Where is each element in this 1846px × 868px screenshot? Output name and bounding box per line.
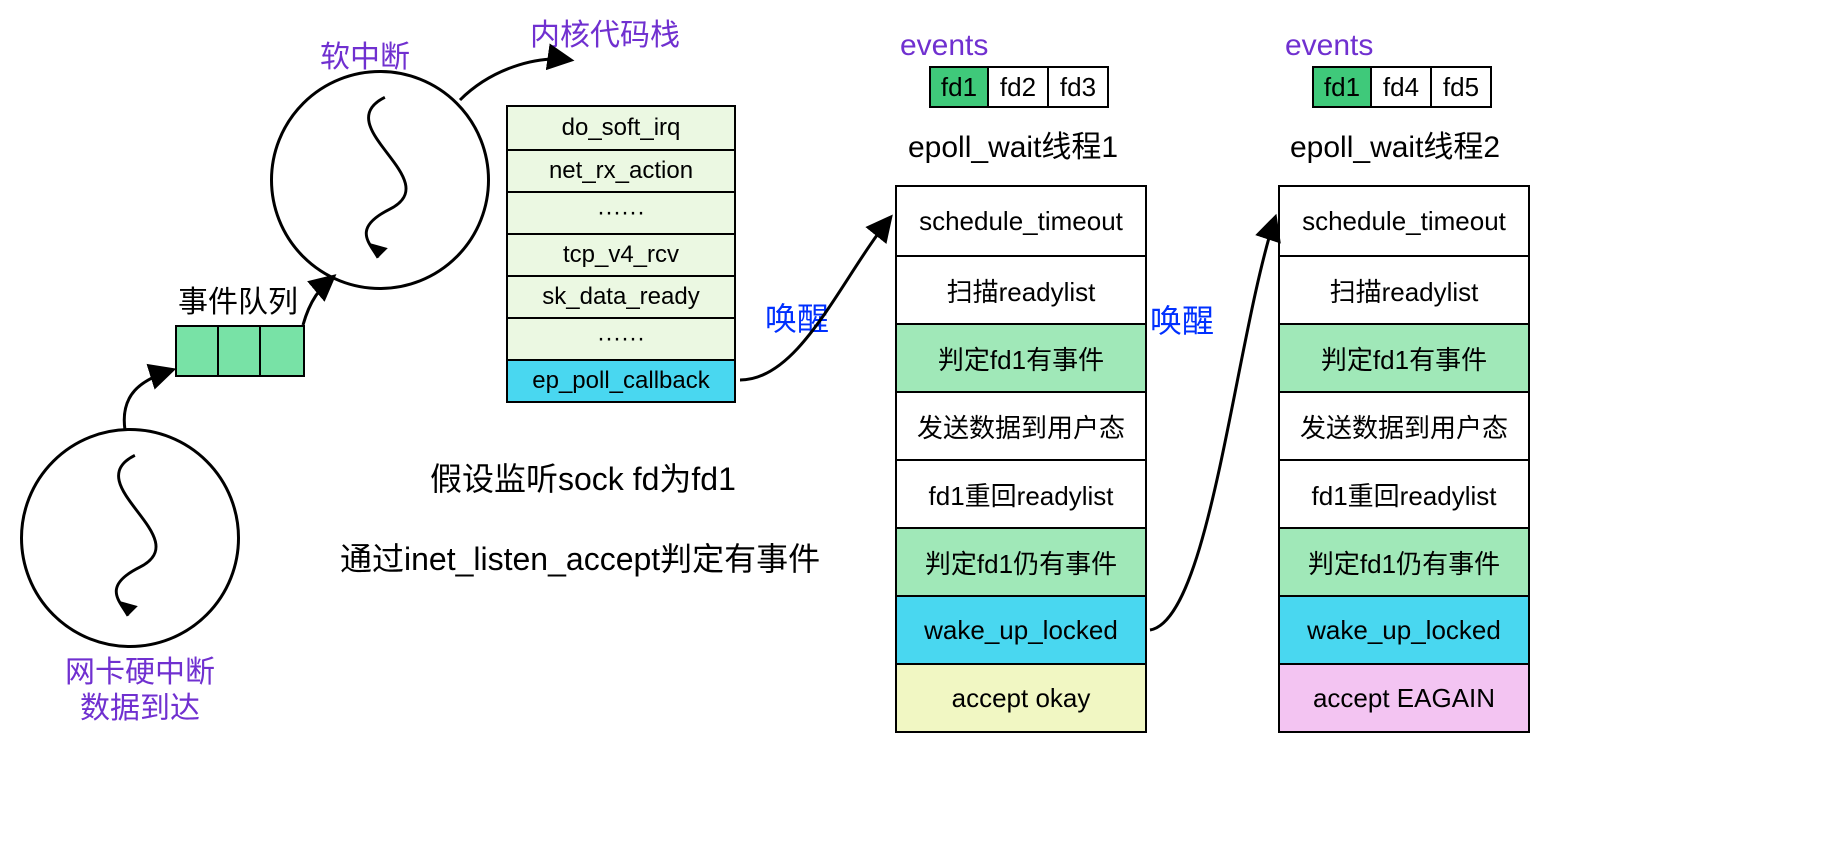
queue-cell xyxy=(177,327,219,375)
thread-stack-row: 判定fd1有事件 xyxy=(897,323,1145,391)
kernel-stack-row: do_soft_irq xyxy=(508,107,734,149)
thread-stack-row: schedule_timeout xyxy=(1280,187,1528,255)
thread-stack-row: 发送数据到用户态 xyxy=(1280,391,1528,459)
thread-stack-row: 发送数据到用户态 xyxy=(897,391,1145,459)
soft-irq-label: 软中断 xyxy=(320,40,410,76)
thread-stack-row: accept EAGAIN xyxy=(1280,663,1528,731)
thread-stack-row: wake_up_locked xyxy=(1280,595,1528,663)
fd-cell: fd2 xyxy=(989,66,1049,108)
thread-stack-row: 扫描readylist xyxy=(897,255,1145,323)
kernel-stack-row: ······ xyxy=(508,191,734,233)
hard-irq-circle xyxy=(20,428,240,648)
fd-row-2: fd1fd4fd5 xyxy=(1312,66,1492,108)
events-label-2: events xyxy=(1285,28,1373,64)
thread1-title: epoll_wait线程1 xyxy=(908,130,1118,166)
queue-cell xyxy=(219,327,261,375)
events-label-1: events xyxy=(900,28,988,64)
thread-stack-row: fd1重回readylist xyxy=(897,459,1145,527)
fd-cell: fd1 xyxy=(1312,66,1372,108)
thread-stack-row: 判定fd1仍有事件 xyxy=(897,527,1145,595)
thread-stack-row: 判定fd1有事件 xyxy=(1280,323,1528,391)
fd-cell: fd3 xyxy=(1049,66,1109,108)
wake-label-1: 唤醒 xyxy=(765,300,829,338)
fd-row-1: fd1fd2fd3 xyxy=(929,66,1109,108)
fd-cell: fd5 xyxy=(1432,66,1492,108)
thread-stack-row: 扫描readylist xyxy=(1280,255,1528,323)
kernel-stack-title: 内核代码栈 xyxy=(530,18,680,54)
thread-stack-row: accept okay xyxy=(897,663,1145,731)
fd-cell: fd4 xyxy=(1372,66,1432,108)
assumption-line2: 通过inet_listen_accept判定有事件 xyxy=(340,540,820,578)
kernel-stack-row: net_rx_action xyxy=(508,149,734,191)
thread-stack-row: 判定fd1仍有事件 xyxy=(1280,527,1528,595)
thread2-stack: schedule_timeout扫描readylist判定fd1有事件发送数据到… xyxy=(1278,185,1530,733)
thread1-stack: schedule_timeout扫描readylist判定fd1有事件发送数据到… xyxy=(895,185,1147,733)
fd-cell: fd1 xyxy=(929,66,989,108)
event-queue xyxy=(175,325,305,377)
thread-stack-row: wake_up_locked xyxy=(897,595,1145,663)
thread-stack-row: fd1重回readylist xyxy=(1280,459,1528,527)
thread2-title: epoll_wait线程2 xyxy=(1290,130,1500,166)
kernel-stack-row: ······ xyxy=(508,317,734,359)
diagram-canvas: 软中断 网卡硬中断 数据到达 事件队列 内核代码栈 do_soft_irqnet… xyxy=(0,0,1846,868)
kernel-stack: do_soft_irqnet_rx_action······tcp_v4_rcv… xyxy=(506,105,736,403)
hard-irq-line2: 数据到达 xyxy=(80,692,200,725)
kernel-stack-row: sk_data_ready xyxy=(508,275,734,317)
event-queue-label: 事件队列 xyxy=(178,285,298,321)
kernel-stack-row: tcp_v4_rcv xyxy=(508,233,734,275)
queue-cell xyxy=(261,327,303,375)
soft-irq-circle xyxy=(270,70,490,290)
hard-irq-label: 网卡硬中断 数据到达 xyxy=(40,655,240,727)
assumption-line1: 假设监听sock fd为fd1 xyxy=(430,460,736,498)
wake-label-2: 唤醒 xyxy=(1150,302,1214,340)
hard-irq-line1: 网卡硬中断 xyxy=(65,656,215,689)
kernel-stack-row: ep_poll_callback xyxy=(508,359,734,401)
thread-stack-row: schedule_timeout xyxy=(897,187,1145,255)
